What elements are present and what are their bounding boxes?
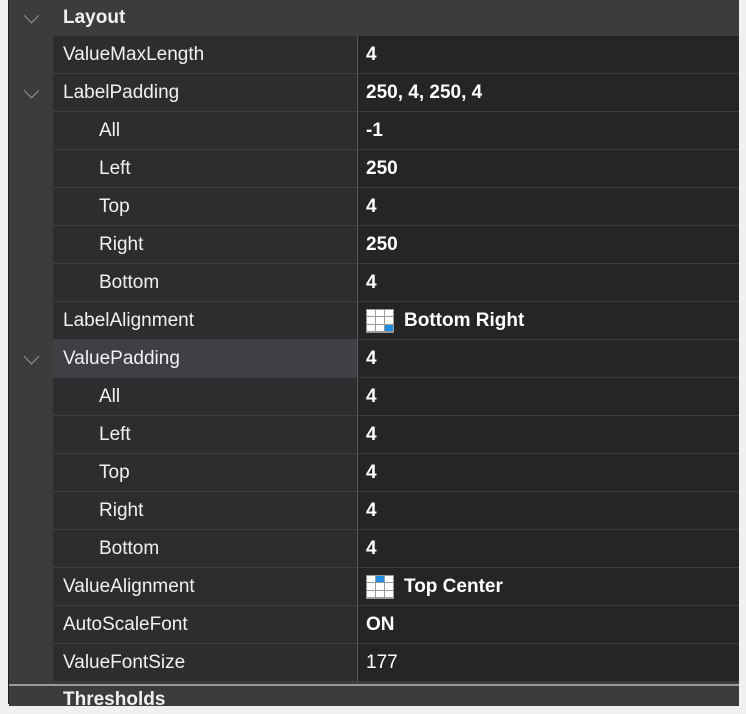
property-name[interactable]: Right — [53, 492, 358, 530]
property-name[interactable]: LabelAlignment — [53, 302, 358, 340]
property-value[interactable]: Top Center — [358, 568, 739, 606]
content-alignment-grid-icon — [366, 308, 394, 333]
row-gutter — [9, 530, 53, 568]
property-row-labelpadding-right[interactable]: Right 250 — [9, 226, 739, 264]
property-value[interactable]: 4 — [358, 340, 739, 378]
property-row-valuepadding-left[interactable]: Left 4 — [9, 416, 739, 454]
property-name[interactable]: Top — [53, 454, 358, 492]
property-name[interactable]: Left — [53, 150, 358, 188]
property-value[interactable]: 250 — [358, 150, 739, 188]
property-value[interactable]: 4 — [358, 416, 739, 454]
property-row-valuealignment[interactable]: ValueAlignment Top Center — [9, 568, 739, 606]
property-name[interactable]: Left — [53, 416, 358, 454]
row-gutter — [9, 492, 53, 530]
property-row-valuefontsize[interactable]: ValueFontSize 177 — [9, 644, 739, 682]
property-row-labelpadding-bottom[interactable]: Bottom 4 — [9, 264, 739, 302]
expand-toggle[interactable] — [9, 74, 53, 112]
alignment-value-label: Bottom Right — [404, 309, 525, 331]
row-gutter — [9, 378, 53, 416]
row-gutter — [9, 302, 53, 340]
property-value[interactable]: -1 — [358, 112, 739, 150]
chevron-down-icon[interactable] — [23, 82, 39, 98]
property-value[interactable]: Bottom Right — [358, 302, 739, 340]
property-row-valuepadding-bottom[interactable]: Bottom 4 — [9, 530, 739, 568]
property-name[interactable]: Bottom — [53, 264, 358, 302]
row-gutter — [9, 644, 53, 682]
property-name[interactable]: All — [53, 112, 358, 150]
property-name[interactable]: Top — [53, 188, 358, 226]
property-value[interactable]: ON — [358, 606, 739, 644]
row-gutter — [9, 606, 53, 644]
property-name[interactable]: Right — [53, 226, 358, 264]
property-row-labelalignment[interactable]: LabelAlignment Bottom Right — [9, 302, 739, 340]
property-value[interactable]: 4 — [358, 188, 739, 226]
property-name[interactable]: ValueAlignment — [53, 568, 358, 606]
property-value[interactable]: 4 — [358, 36, 739, 74]
property-name[interactable]: Bottom — [53, 530, 358, 568]
content-alignment-grid-icon — [366, 574, 394, 599]
property-value[interactable]: 4 — [358, 492, 739, 530]
property-row-labelpadding-all[interactable]: All -1 — [9, 112, 739, 150]
property-value[interactable]: 250, 4, 250, 4 — [358, 74, 739, 112]
property-row-labelpadding[interactable]: LabelPadding 250, 4, 250, 4 — [9, 74, 739, 112]
chevron-down-icon[interactable] — [23, 348, 39, 364]
row-gutter — [9, 150, 53, 188]
property-row-valuepadding-right[interactable]: Right 4 — [9, 492, 739, 530]
property-list: Layout ValueMaxLength 4 LabelPadding 250… — [9, 0, 739, 682]
property-name[interactable]: ValuePadding — [53, 340, 358, 378]
property-value[interactable]: 250 — [358, 226, 739, 264]
property-name[interactable]: ValueFontSize — [53, 644, 358, 682]
category-thresholds[interactable]: Thresholds — [9, 684, 739, 710]
row-gutter — [9, 112, 53, 150]
category-label: Layout — [53, 0, 739, 36]
row-gutter — [9, 226, 53, 264]
property-row-valuepadding-all[interactable]: All 4 — [9, 378, 739, 416]
alignment-value-label: Top Center — [404, 575, 503, 597]
category-label: Thresholds — [63, 689, 166, 710]
property-row-autoscalefont[interactable]: AutoScaleFont ON — [9, 606, 739, 644]
property-row-labelpadding-top[interactable]: Top 4 — [9, 188, 739, 226]
row-gutter — [9, 264, 53, 302]
property-value[interactable]: 4 — [358, 530, 739, 568]
row-gutter — [9, 568, 53, 606]
row-gutter — [9, 188, 53, 226]
property-name[interactable]: ValueMaxLength — [53, 36, 358, 74]
property-name[interactable]: All — [53, 378, 358, 416]
row-gutter — [9, 454, 53, 492]
expand-toggle[interactable] — [9, 340, 53, 378]
property-row-valuepadding-top[interactable]: Top 4 — [9, 454, 739, 492]
property-value[interactable]: 4 — [358, 264, 739, 302]
category-layout[interactable]: Layout — [9, 0, 739, 36]
row-gutter — [9, 36, 53, 74]
property-value[interactable]: 4 — [358, 378, 739, 416]
property-name[interactable]: LabelPadding — [53, 74, 358, 112]
property-value[interactable]: 4 — [358, 454, 739, 492]
property-row-valuepadding[interactable]: ValuePadding 4 — [9, 340, 739, 378]
chevron-down-icon[interactable] — [23, 7, 39, 23]
property-row-labelpadding-left[interactable]: Left 250 — [9, 150, 739, 188]
category-collapse-toggle[interactable] — [9, 0, 53, 36]
property-name[interactable]: AutoScaleFont — [53, 606, 358, 644]
property-grid: Layout ValueMaxLength 4 LabelPadding 250… — [8, 0, 739, 710]
row-gutter — [9, 416, 53, 454]
property-value[interactable]: 177 — [358, 644, 739, 682]
property-row-valuemaxlength[interactable]: ValueMaxLength 4 — [9, 36, 739, 74]
